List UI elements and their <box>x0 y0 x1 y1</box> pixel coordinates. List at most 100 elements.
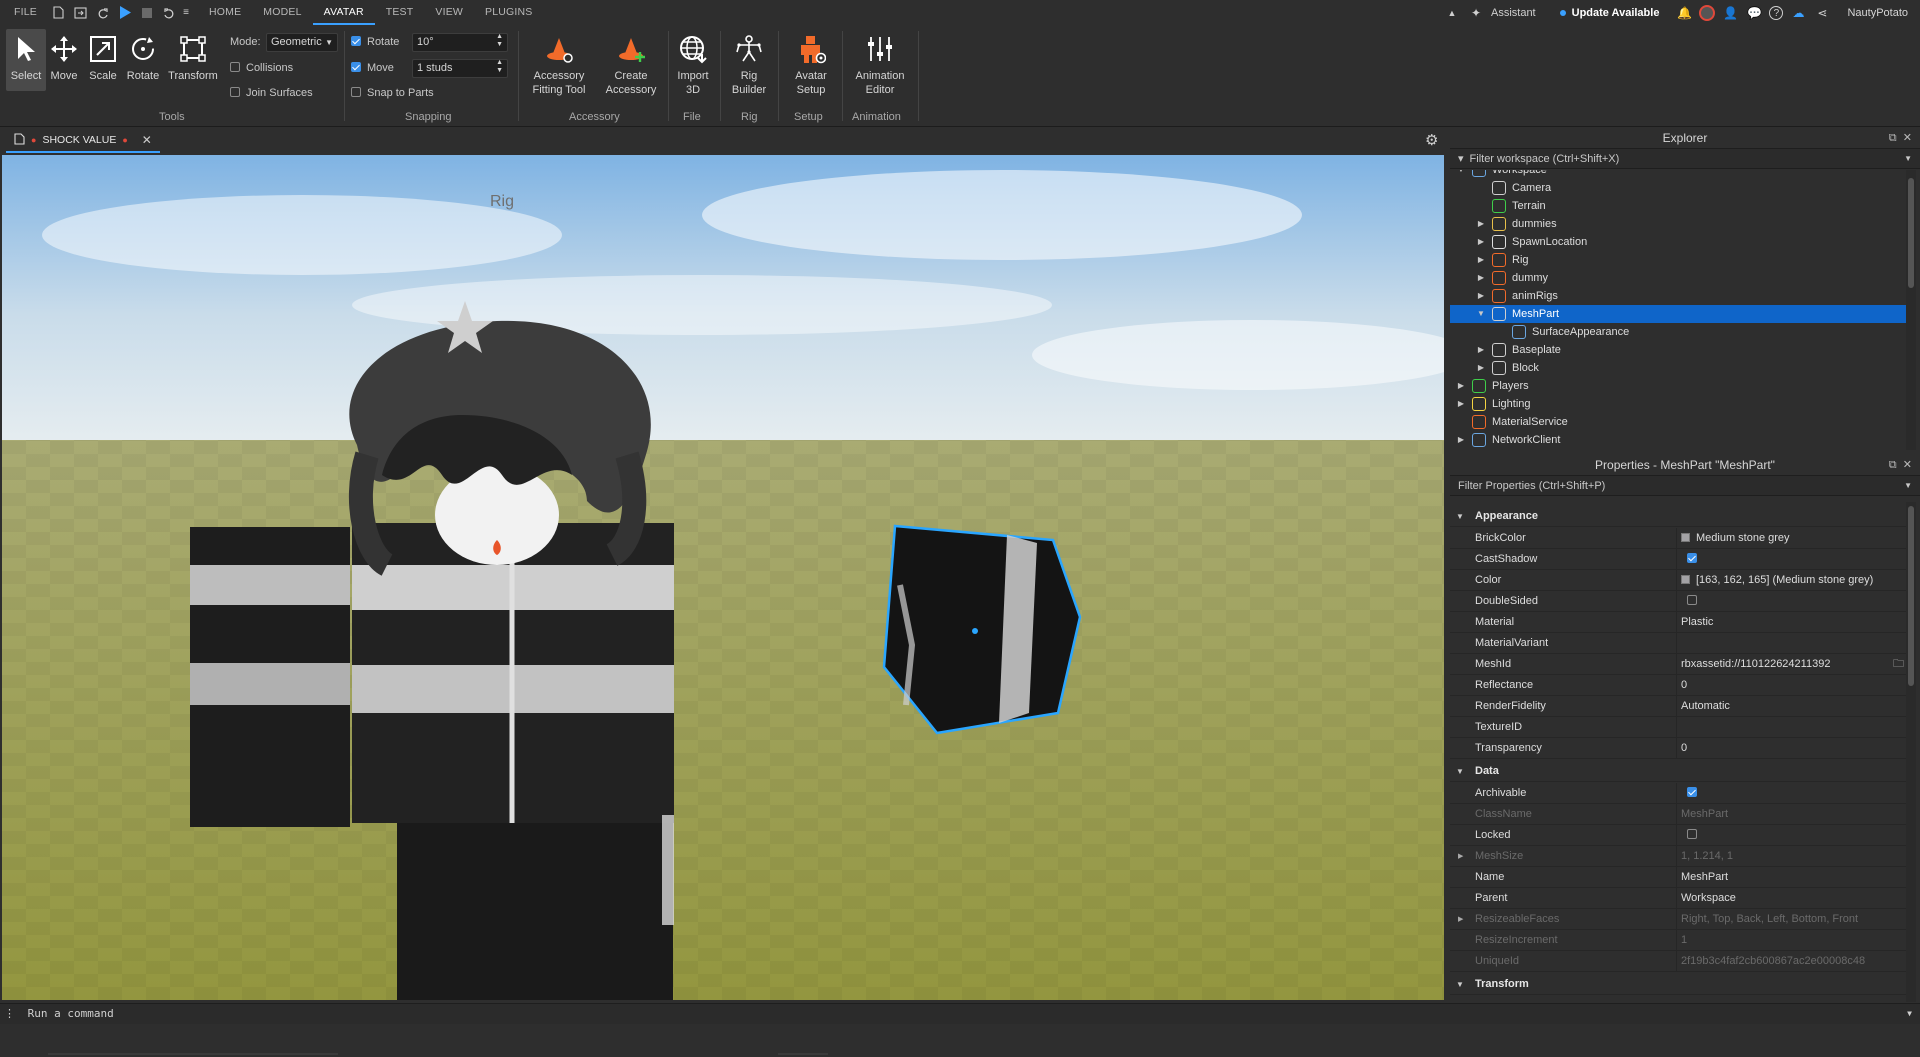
color-swatch-icon[interactable] <box>1681 575 1690 584</box>
property-value[interactable]: 0 <box>1681 738 1687 759</box>
cloud-icon[interactable]: ☁ <box>1789 6 1807 20</box>
property-row[interactable]: RenderFidelity Automatic <box>1450 696 1906 717</box>
quick-access-menu-icon[interactable]: ≡ <box>180 0 192 25</box>
property-value[interactable]: Right, Top, Back, Left, Bottom, Front <box>1681 909 1858 930</box>
checkbox-icon[interactable] <box>1687 829 1697 839</box>
property-checkbox[interactable] <box>1681 549 1703 570</box>
snap-move-option[interactable]: Move <box>351 62 394 74</box>
tab-test[interactable]: TEST <box>375 0 425 25</box>
explorer-filter-input[interactable]: ▾ Filter workspace (Ctrl+Shift+X) ▼ <box>1450 149 1920 169</box>
assistant-icon[interactable]: ✦ <box>1467 6 1485 20</box>
expanded-arrow-icon[interactable]: ▼ <box>1456 974 1464 995</box>
collapsed-arrow-icon[interactable]: ▶ <box>1476 233 1486 251</box>
collapsed-arrow-icon[interactable]: ▶ <box>1458 846 1463 867</box>
tab-home[interactable]: HOME <box>198 0 252 25</box>
property-row[interactable]: Transparency 0 <box>1450 738 1906 759</box>
explorer-item[interactable]: ▼ Workspace <box>1450 170 1906 179</box>
open-file-icon[interactable] <box>70 0 92 25</box>
properties-filter-input[interactable]: Filter Properties (Ctrl+Shift+P) ▼ <box>1450 476 1920 496</box>
command-bar[interactable]: ⋮ Run a command ▼ <box>0 1003 1920 1024</box>
color-swatch-icon[interactable] <box>1681 533 1690 542</box>
property-row[interactable]: TextureID <box>1450 717 1906 738</box>
explorer-item[interactable]: ▶ NetworkClient <box>1450 431 1906 449</box>
property-row[interactable]: BrickColor Medium stone grey <box>1450 528 1906 549</box>
checkbox-icon[interactable] <box>1687 787 1697 797</box>
snap-to-parts-checkbox[interactable] <box>351 87 361 97</box>
property-checkbox[interactable] <box>1681 591 1703 612</box>
chevron-down-icon[interactable]: ▼ <box>1904 476 1912 496</box>
rig-builder-button[interactable]: Rig Builder <box>726 33 772 97</box>
property-value[interactable]: 1 <box>1681 930 1687 951</box>
explorer-item[interactable]: ▶ Block <box>1450 359 1906 377</box>
property-value[interactable]: 2f19b3c4faf2cb600867ac2e00008c48 <box>1681 951 1865 972</box>
checkbox-icon[interactable] <box>1687 595 1697 605</box>
explorer-item[interactable]: ▶ Baseplate <box>1450 341 1906 359</box>
property-row[interactable]: Material Plastic <box>1450 612 1906 633</box>
explorer-item[interactable]: ▼ MeshPart <box>1450 305 1906 323</box>
explorer-item[interactable]: ▶ Rig <box>1450 251 1906 269</box>
close-icon[interactable]: ✕ <box>142 133 152 147</box>
collapsed-arrow-icon[interactable]: ▶ <box>1456 431 1466 449</box>
3d-viewport[interactable]: Rig <box>2 155 1444 1000</box>
share-icon[interactable]: ⋖ <box>1813 6 1831 20</box>
explorer-item[interactable]: ▶ Players <box>1450 377 1906 395</box>
accessory-fitting-tool-button[interactable]: Accessory Fitting Tool <box>526 33 592 97</box>
mode-select[interactable]: Geometric ▼ <box>266 33 338 52</box>
collapsed-arrow-icon[interactable]: ▶ <box>1476 269 1486 287</box>
properties-scroll-thumb[interactable] <box>1908 506 1914 686</box>
menu-file[interactable]: FILE <box>0 0 48 25</box>
property-value[interactable]: Automatic <box>1681 696 1730 717</box>
collisions-checkbox[interactable] <box>230 62 240 72</box>
explorer-item[interactable]: ▶ dummies <box>1450 215 1906 233</box>
rotate-increment-input[interactable]: 10° ▲ ▼ <box>412 33 508 52</box>
property-section-header[interactable]: ▼ Transform <box>1450 974 1906 995</box>
rotate-tool-button[interactable]: Rotate <box>124 33 162 83</box>
explorer-item[interactable]: SurfaceAppearance <box>1450 323 1906 341</box>
update-available-button[interactable]: Update Available <box>1572 7 1660 19</box>
explorer-item[interactable]: ▶ SpawnLocation <box>1450 233 1906 251</box>
checkbox-icon[interactable] <box>1687 553 1697 563</box>
property-row[interactable]: Name MeshPart <box>1450 867 1906 888</box>
property-checkbox[interactable] <box>1681 825 1703 846</box>
property-row[interactable]: Color [163, 162, 165] (Medium stone grey) <box>1450 570 1906 591</box>
property-row[interactable]: ▶ MeshSize 1, 1.214, 1 <box>1450 846 1906 867</box>
property-value[interactable]: MeshPart <box>1681 867 1728 888</box>
property-value[interactable]: rbxassetid://110122624211392 🗀 <box>1681 654 1904 675</box>
property-value[interactable]: 1, 1.214, 1 <box>1681 846 1733 867</box>
explorer-scrollbar[interactable] <box>1906 170 1916 450</box>
property-value[interactable]: Medium stone grey <box>1681 528 1790 549</box>
help-icon[interactable]: ? <box>1769 5 1784 20</box>
avatar-setup-button[interactable]: Avatar Setup <box>786 33 836 97</box>
create-accessory-button[interactable]: Create Accessory <box>600 33 662 97</box>
properties-scrollbar[interactable] <box>1906 502 1916 1002</box>
transform-tool-button[interactable]: Transform <box>165 33 221 83</box>
move-increment-input[interactable]: 1 studs ▲ ▼ <box>412 59 508 78</box>
property-row[interactable]: Parent Workspace <box>1450 888 1906 909</box>
scale-tool-button[interactable]: Scale <box>86 33 120 83</box>
collapsed-arrow-icon[interactable]: ▶ <box>1476 341 1486 359</box>
close-icon[interactable]: ✕ <box>1903 132 1912 144</box>
property-row[interactable]: MaterialVariant <box>1450 633 1906 654</box>
gear-icon[interactable]: ⚙ <box>1425 131 1438 149</box>
chat-icon[interactable]: 💬 <box>1745 6 1763 20</box>
property-row[interactable]: Locked <box>1450 825 1906 846</box>
redo-icon[interactable] <box>92 0 114 25</box>
assistant-button[interactable]: Assistant <box>1491 7 1536 19</box>
property-section-header[interactable]: ▼ Appearance <box>1450 506 1906 527</box>
property-row[interactable]: MeshId rbxassetid://110122624211392 🗀 <box>1450 654 1906 675</box>
snap-rotate-checkbox[interactable] <box>351 36 361 46</box>
property-section-header[interactable]: ▼ Data <box>1450 761 1906 782</box>
property-row[interactable]: ResizeIncrement 1 <box>1450 930 1906 951</box>
add-friend-icon[interactable]: 👤 <box>1721 6 1739 20</box>
popout-icon[interactable]: ⧉ <box>1889 459 1897 471</box>
property-row[interactable]: UniqueId 2f19b3c4faf2cb600867ac2e00008c48 <box>1450 951 1906 972</box>
import-3d-button[interactable]: Import 3D <box>672 33 714 97</box>
play-icon[interactable] <box>114 0 136 25</box>
property-value[interactable]: [163, 162, 165] (Medium stone grey) <box>1681 570 1873 591</box>
folder-icon[interactable]: 🗀 <box>1893 654 1904 675</box>
property-row[interactable]: CastShadow <box>1450 549 1906 570</box>
explorer-item[interactable]: ▶ dummy <box>1450 269 1906 287</box>
join-surfaces-option[interactable]: Join Surfaces <box>230 87 313 99</box>
property-row[interactable]: ▶ ResizeableFaces Right, Top, Back, Left, … <box>1450 909 1906 930</box>
explorer-item[interactable]: Camera <box>1450 179 1906 197</box>
